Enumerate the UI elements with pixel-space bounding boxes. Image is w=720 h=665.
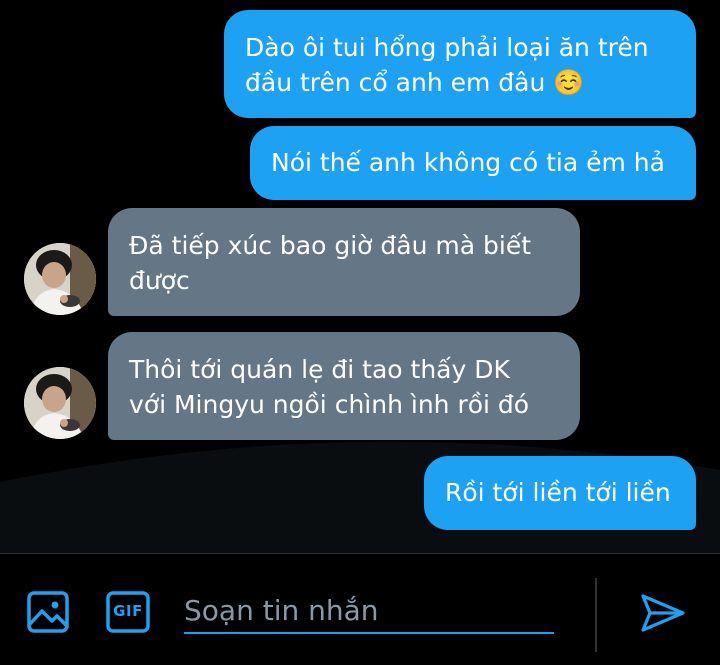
message-text-line: Dào ôi tui hổng phải loại ăn trên bbox=[245, 33, 649, 62]
message-input-placeholder: Soạn tin nhắn bbox=[184, 594, 379, 627]
gif-label: GIF bbox=[113, 602, 143, 620]
message-bubble-outgoing[interactable]: Rồi tới liền tới liền bbox=[424, 456, 696, 530]
message-composer: GIF Soạn tin nhắn bbox=[0, 553, 720, 665]
divider bbox=[595, 578, 597, 652]
message-bubble-incoming[interactable]: Thôi tới quán lẹ đi tao thấy DK với Ming… bbox=[108, 332, 580, 440]
avatar[interactable] bbox=[24, 243, 96, 315]
message-text-line: đầu trên cổ anh em đâu ☺️ bbox=[245, 68, 585, 97]
message-bubble-outgoing[interactable]: Nói thế anh không có tia ẻm hả bbox=[250, 126, 696, 200]
avatar-photo-icon bbox=[24, 367, 96, 439]
message-text: Nói thế anh không có tia ẻm hả bbox=[271, 148, 665, 177]
gif-icon[interactable]: GIF bbox=[106, 591, 150, 633]
send-icon[interactable] bbox=[640, 592, 686, 634]
message-bubble-incoming[interactable]: Đã tiếp xúc bao giờ đâu mà biết được bbox=[108, 208, 580, 316]
message-text-line: với Mingyu ngồi chình ình rồi đó bbox=[129, 390, 530, 419]
message-text-line: Đã tiếp xúc bao giờ đâu mà biết bbox=[129, 231, 532, 260]
message-input[interactable]: Soạn tin nhắn bbox=[184, 576, 554, 634]
image-icon[interactable] bbox=[27, 591, 69, 633]
message-bubble-outgoing[interactable]: Dào ôi tui hổng phải loại ăn trên đầu tr… bbox=[224, 10, 696, 118]
message-text: Rồi tới liền tới liền bbox=[445, 478, 671, 507]
message-text-line: được bbox=[129, 266, 190, 295]
avatar-photo-icon bbox=[24, 243, 96, 315]
message-text-line: Thôi tới quán lẹ đi tao thấy DK bbox=[129, 355, 510, 384]
avatar[interactable] bbox=[24, 367, 96, 439]
conversation-view: Dào ôi tui hổng phải loại ăn trên đầu tr… bbox=[0, 0, 720, 553]
